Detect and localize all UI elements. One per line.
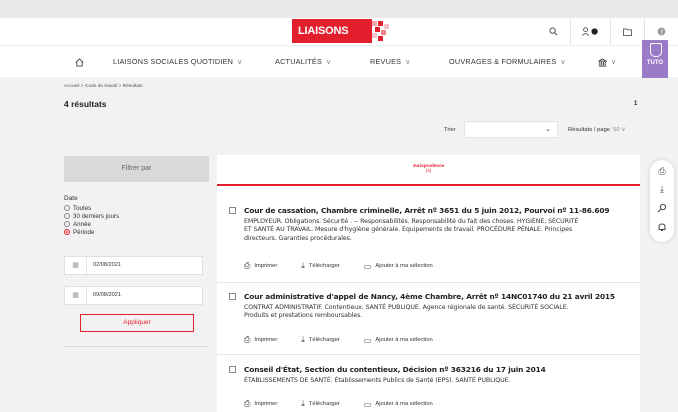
print-icon: ⎙ (244, 261, 251, 270)
date-from-field[interactable]: ▦ 02/08/2021 (64, 256, 203, 275)
radio-icon (64, 221, 70, 227)
result-description: CONTRAT ADMINISTRATIF. Contentieux. SANT… (244, 304, 569, 320)
logo-tiles-icon (372, 20, 394, 42)
date-filter-label: Date (64, 195, 78, 202)
radio-icon (64, 213, 70, 219)
download-icon: ⤓ (301, 261, 305, 270)
result-checkbox[interactable] (229, 293, 236, 300)
chevron-down-icon: ⌄ (545, 126, 551, 133)
tab-jurisprudence[interactable]: Jurisprudence (4) (217, 155, 640, 186)
add-to-selection-button[interactable]: ▭ Ajouter à ma sélection (364, 400, 433, 409)
results-count: 4 résultats (64, 99, 107, 109)
chevron-down-icon: ∨ (237, 59, 243, 66)
sort-select[interactable]: ⌄ (464, 121, 558, 138)
site-header: LIAISONS SOCIALES ? (0, 18, 678, 61)
result-checkbox[interactable] (229, 207, 236, 214)
date-to-field[interactable]: ▦ 09/08/2021 (64, 286, 203, 305)
radio-30-jours[interactable]: 30 derniers jours (64, 212, 119, 220)
bank-icon (597, 57, 608, 67)
main-nav: LIAISONS SOCIALES QUOTIDIEN ∨ ACTUALITÉS ∨… (0, 45, 678, 77)
search-user-icon[interactable] (650, 203, 674, 215)
result-title[interactable]: Cour administrative d'appel de Nancy, 4è… (244, 292, 632, 301)
search-icon[interactable] (536, 18, 570, 45)
result-title[interactable]: Cour de cassation, Chambre criminelle, A… (244, 206, 632, 215)
page-number[interactable]: 1 (634, 101, 637, 107)
calendar-icon: ▦ (65, 287, 87, 304)
download-icon[interactable]: ⤓ (650, 184, 674, 195)
result-checkbox[interactable] (229, 366, 236, 373)
folder-icon: ▭ (363, 335, 372, 345)
result-description: EMPLOYEUR. Obligations. Sécurité . -- Re… (244, 218, 579, 242)
print-icon: ⎙ (244, 399, 251, 408)
print-button[interactable]: ⎙ Imprimer (244, 335, 277, 345)
svg-text:?: ? (660, 29, 663, 36)
add-to-selection-button[interactable]: ▭ Ajouter à ma sélection (364, 336, 433, 345)
radio-toutes[interactable]: Toutes (64, 204, 91, 212)
print-icon[interactable]: ⎙ (650, 166, 674, 177)
tuto-button[interactable]: TUTO (642, 40, 668, 78)
per-page-select[interactable]: Résultats / page 50 ∨ (568, 127, 625, 133)
floating-toolbar: ⎙ ⤓ (650, 160, 674, 242)
apply-button[interactable]: Appliquer (80, 314, 194, 332)
radio-icon (64, 205, 70, 211)
home-icon[interactable] (75, 46, 84, 78)
chevron-down-icon: ∨ (326, 59, 332, 66)
top-strip (0, 0, 678, 18)
result-title[interactable]: Conseil d'État, Section du contentieux, … (244, 365, 632, 374)
radio-annee[interactable]: Année (64, 220, 91, 228)
user-icon[interactable] (570, 18, 610, 45)
chevron-down-icon: ∨ (560, 59, 566, 66)
chevron-down-icon: ∨ (611, 59, 617, 66)
radio-selected-icon (64, 229, 70, 235)
download-button[interactable]: ⤓ Télécharger (301, 399, 339, 409)
site-logo[interactable]: LIAISONS SOCIALES (292, 19, 372, 61)
sort-label: Trier (444, 127, 456, 133)
folder-icon: ▭ (363, 399, 372, 409)
download-button[interactable]: ⤓ Télécharger (301, 261, 339, 271)
sidebar-divider (64, 346, 209, 347)
print-icon: ⎙ (244, 335, 251, 344)
folder-icon[interactable] (610, 18, 644, 45)
print-button[interactable]: ⎙ Imprimer (244, 261, 277, 271)
radio-periode[interactable]: Période (64, 228, 94, 236)
print-button[interactable]: ⎙ Imprimer (244, 399, 277, 409)
nav-revues[interactable]: REVUES ∨ (370, 46, 411, 78)
nav-actualites[interactable]: ACTUALITÉS ∨ (275, 46, 331, 78)
chevron-down-icon: ∨ (621, 127, 626, 133)
bell-icon[interactable] (650, 222, 674, 234)
calendar-icon: ▦ (65, 257, 87, 274)
divider (217, 354, 640, 355)
nav-ouvrages-formulaires[interactable]: OUVRAGES & FORMULAIRES ∨ (449, 46, 566, 78)
download-button[interactable]: ⤓ Télécharger (301, 335, 339, 345)
results-panel: Jurisprudence (4) Cour de cassation, Cha… (217, 155, 640, 412)
download-icon: ⤓ (301, 399, 305, 408)
nav-liaisons-quotidien[interactable]: LIAISONS SOCIALES QUOTIDIEN ∨ (113, 46, 242, 78)
add-to-selection-button[interactable]: ▭ Ajouter à ma sélection (364, 262, 433, 271)
folder-icon: ▭ (363, 261, 372, 271)
divider (217, 282, 640, 283)
result-description: ÉTABLISSEMENTS DE SANTÉ. Établissements … (244, 377, 511, 384)
nav-institution[interactable]: ∨ (597, 46, 617, 78)
filter-button[interactable]: Filtrer par (64, 156, 209, 182)
download-icon: ⤓ (301, 335, 305, 344)
breadcrumb: Accueil > Code du travail > Résultats (64, 84, 143, 89)
chevron-down-icon: ∨ (405, 59, 411, 66)
